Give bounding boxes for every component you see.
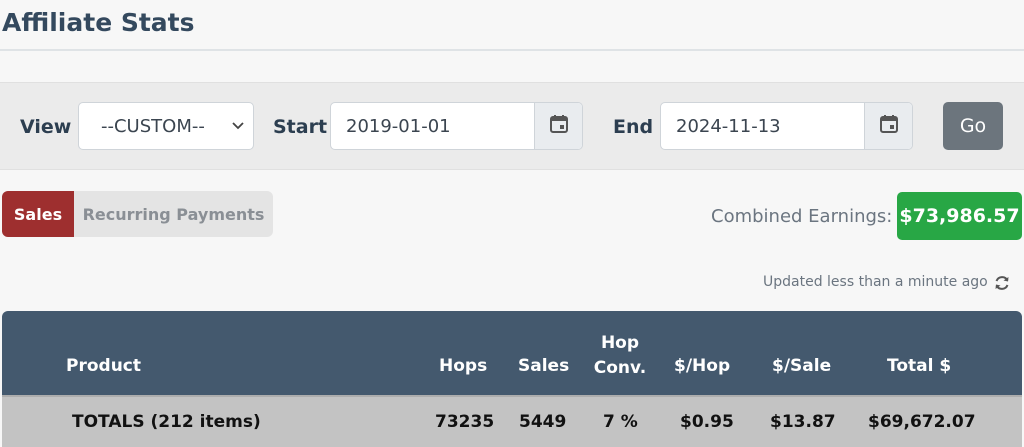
column-header-hop-conv-line1: Hop <box>600 333 640 353</box>
end-label: End <box>613 116 654 138</box>
combined-earnings-badge: $73,986.57 <box>897 192 1022 240</box>
table-header: Product Hops Sales Hop Conv. $/Hop $/Sal… <box>2 311 1022 395</box>
tab-sales[interactable]: Sales <box>2 191 74 237</box>
start-calendar-button[interactable] <box>534 103 582 149</box>
view-label: View <box>20 116 72 138</box>
updated-status: Updated less than a minute ago <box>763 274 988 290</box>
totals-row: TOTALS (212 items) 73235 5449 7 % $0.95 … <box>2 395 1022 447</box>
calendar-icon <box>879 114 899 138</box>
totals-per-sale: $13.87 <box>770 412 836 432</box>
totals-sales: 5449 <box>519 412 567 432</box>
view-select[interactable]: --CUSTOM-- <box>78 102 254 150</box>
end-calendar-button[interactable] <box>864 103 912 149</box>
view-select-value: --CUSTOM-- <box>101 116 205 137</box>
totals-label: TOTALS (212 items) <box>72 412 261 432</box>
title-divider <box>0 49 1024 51</box>
totals-hops: 73235 <box>435 412 495 432</box>
column-header-per-hop[interactable]: $/Hop <box>674 356 730 376</box>
column-header-hops[interactable]: Hops <box>439 356 487 376</box>
column-header-hop-conv[interactable]: Hop Conv. <box>592 331 648 381</box>
refresh-icon[interactable] <box>993 274 1011 292</box>
totals-total: $69,672.07 <box>868 412 976 432</box>
filter-bar: View --CUSTOM-- Start 2019-01-01 End 202… <box>0 82 1024 170</box>
start-date-value: 2019-01-01 <box>346 116 451 137</box>
tab-recurring-payments[interactable]: Recurring Payments <box>74 191 273 237</box>
end-date-value: 2024-11-13 <box>676 116 781 137</box>
column-header-product[interactable]: Product <box>66 356 141 376</box>
end-date-field[interactable]: 2024-11-13 <box>660 102 913 150</box>
totals-per-hop: $0.95 <box>680 412 734 432</box>
combined-earnings-label: Combined Earnings: <box>711 206 893 227</box>
go-button[interactable]: Go <box>943 102 1003 150</box>
column-header-sales[interactable]: Sales <box>518 356 569 376</box>
totals-hop-conv: 7 % <box>603 412 638 432</box>
calendar-icon <box>549 114 569 138</box>
chevron-down-icon <box>231 118 245 136</box>
column-header-hop-conv-line2: Conv. <box>593 358 647 378</box>
column-header-total[interactable]: Total $ <box>887 356 951 376</box>
column-header-per-sale[interactable]: $/Sale <box>772 356 831 376</box>
start-date-field[interactable]: 2019-01-01 <box>330 102 583 150</box>
start-label: Start <box>273 116 328 138</box>
page-title: Affiliate Stats <box>2 8 195 37</box>
